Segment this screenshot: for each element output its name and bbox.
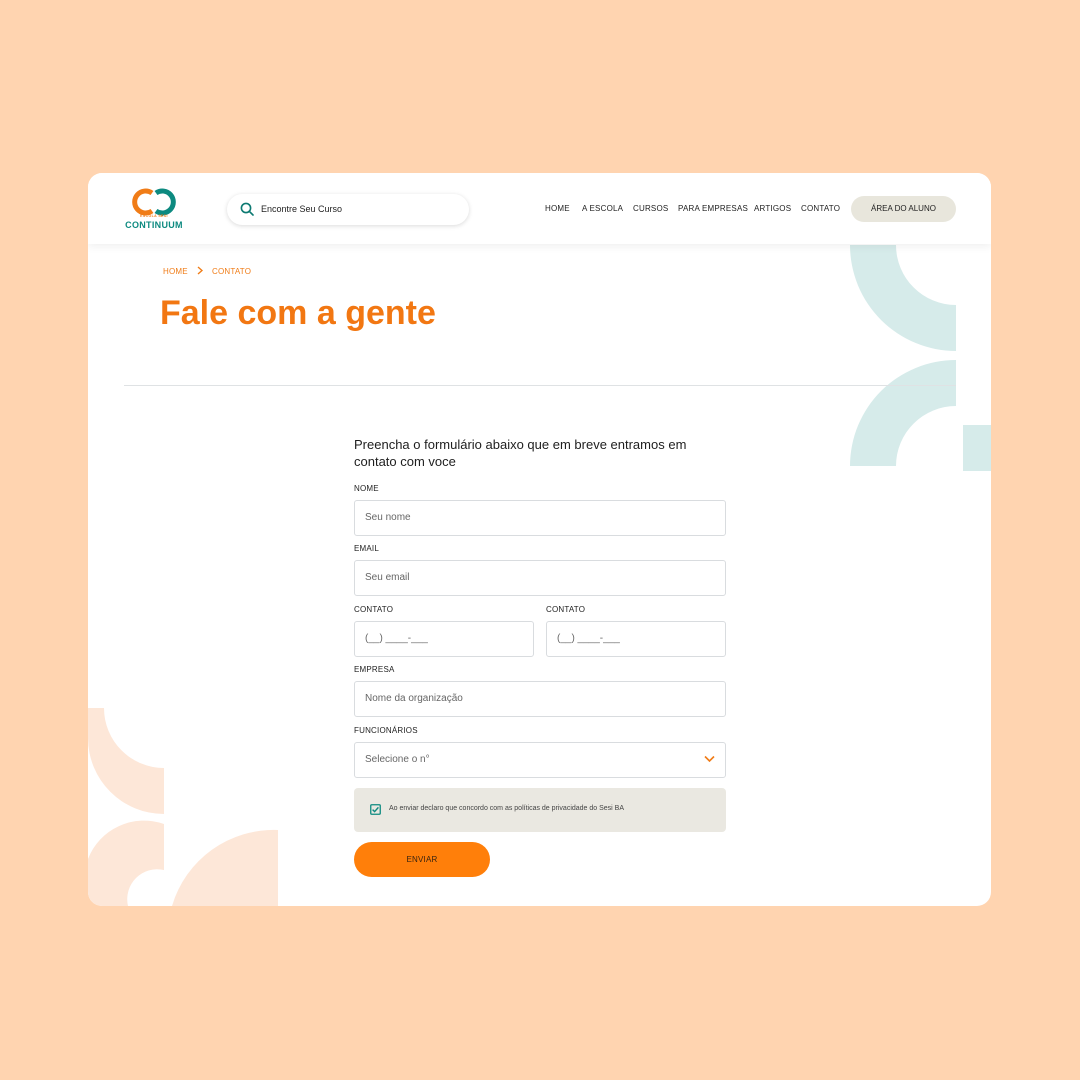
employees-selected-value: Selecione o n° — [365, 754, 430, 765]
contact-label-1: CONTATO — [354, 605, 394, 614]
nav-home[interactable]: HOME — [545, 204, 570, 213]
divider — [124, 385, 956, 386]
name-label: NOME — [354, 484, 379, 493]
page-title: Fale com a gente — [160, 294, 436, 332]
nav-para-empresas[interactable]: PARA EMPRESAS — [678, 204, 748, 213]
breadcrumb-current: CONTATO — [212, 267, 252, 276]
employees-label: FUNCIONÁRIOS — [354, 726, 418, 735]
logo-text: CONTINUUM — [125, 220, 183, 230]
nav-a-escola[interactable]: A ESCOLA — [582, 204, 623, 213]
breadcrumb-home[interactable]: HOME — [163, 267, 188, 276]
submit-button[interactable]: ENVIAR — [354, 842, 490, 877]
chevron-down-icon — [704, 755, 715, 763]
logo-subtitle: ESCOLA SESI — [140, 214, 168, 218]
form-intro: Preencha o formulário abaixo que em brev… — [354, 437, 687, 469]
email-label: EMAIL — [354, 544, 380, 553]
chevron-right-icon — [197, 266, 203, 275]
company-label: EMPRESA — [354, 665, 395, 674]
brand-logo[interactable]: ESCOLA SESI CONTINUUM — [122, 187, 186, 233]
search-input[interactable]: Encontre Seu Curso — [227, 194, 469, 225]
consent-text: Ao enviar declaro que concordo com as po… — [389, 805, 625, 812]
employees-select[interactable]: Selecione o n° — [354, 742, 726, 778]
contact-label-2: CONTATO — [546, 605, 586, 614]
area-do-aluno-button[interactable]: ÁREA DO ALUNO — [851, 196, 956, 222]
page-frame: ESCOLA SESI CONTINUUM Encontre Seu Curso… — [88, 173, 991, 906]
search-icon — [240, 202, 254, 216]
email-field[interactable]: Seu email — [354, 560, 726, 596]
contact-field-2[interactable]: (__) ____-___ — [546, 621, 726, 657]
nav-cursos[interactable]: CURSOS — [633, 204, 668, 213]
privacy-consent: Ao enviar declaro que concordo com as po… — [354, 788, 726, 832]
nav-artigos[interactable]: ARTIGOS — [754, 204, 791, 213]
company-field[interactable]: Nome da organização — [354, 681, 726, 717]
checkbox-checked-icon[interactable] — [370, 804, 381, 815]
search-placeholder: Encontre Seu Curso — [261, 204, 343, 214]
continuum-logo-icon — [132, 188, 176, 216]
top-header: ESCOLA SESI CONTINUUM Encontre Seu Curso… — [88, 173, 991, 244]
contact-field-1[interactable]: (__) ____-___ — [354, 621, 534, 657]
name-field[interactable]: Seu nome — [354, 500, 726, 536]
nav-contato[interactable]: CONTATO — [801, 204, 840, 213]
